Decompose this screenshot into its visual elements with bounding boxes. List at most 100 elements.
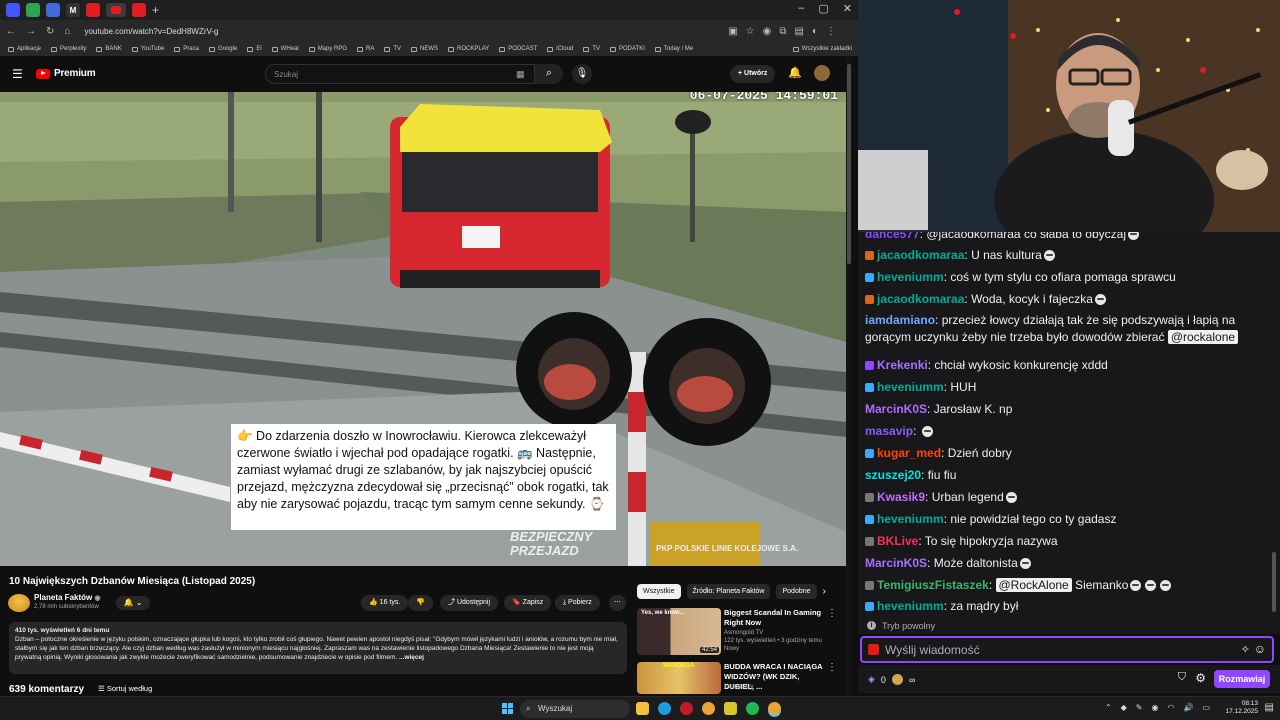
bits-icon[interactable]: ✧ (1241, 643, 1250, 656)
tab-icon[interactable] (46, 3, 60, 17)
tray-app-icon[interactable]: ✎ (1136, 703, 1143, 712)
wifi-icon[interactable]: ◠ (1167, 703, 1174, 712)
bookmark[interactable]: YouTube (131, 46, 164, 52)
chat-username[interactable]: BKLive (877, 534, 918, 548)
notifications-icon[interactable]: 🔔 (788, 66, 802, 79)
page-scrollbar[interactable] (846, 56, 852, 696)
chat-username[interactable]: kugar_med (877, 446, 941, 460)
forward-icon[interactable]: → (26, 26, 36, 37)
notes-icon[interactable] (724, 702, 737, 715)
chip-similar[interactable]: Podobne (776, 584, 817, 599)
chip-source[interactable]: Źródło: Planeta Faktów (686, 584, 771, 599)
chat-scrollbar[interactable] (1272, 552, 1276, 612)
chevron-up-icon[interactable]: ⌃ (1105, 703, 1112, 712)
tab-icon[interactable] (86, 3, 100, 17)
channel-points[interactable]: ◈ 0 ∞ (868, 674, 915, 685)
chat-username[interactable]: szuszej20 (865, 468, 921, 482)
home-icon[interactable]: ⌂ (64, 26, 70, 37)
bookmark[interactable]: El (247, 46, 262, 52)
notifications-icon[interactable]: ▤ (1265, 702, 1274, 713)
bookmark[interactable]: BANK (96, 46, 122, 52)
maximize-button[interactable]: ▢ (818, 2, 828, 15)
emote-picker-icon[interactable]: ☺ (1254, 642, 1266, 656)
edge-icon[interactable] (658, 702, 671, 715)
chat-username[interactable]: Krekenki (877, 358, 928, 372)
search-input[interactable]: Szukaj (265, 64, 535, 84)
chrome-icon[interactable] (702, 702, 715, 715)
description-more-link[interactable]: ...więcej (399, 654, 424, 661)
chat-username[interactable]: heveniumm (877, 512, 944, 526)
youtube-logo[interactable]: Premium (36, 68, 96, 79)
bookmark[interactable]: WHeal (271, 46, 299, 52)
bookmark[interactable]: TV (384, 46, 401, 52)
recommendation-item[interactable]: Yes, we know... 42:54 Biggest Scandal In… (637, 608, 837, 664)
description-box[interactable]: 410 tys. wyświetleń 6 dni temu Dzban – p… (9, 622, 627, 674)
download-button[interactable]: ⤓ Pobierz (555, 595, 600, 611)
all-bookmarks[interactable]: Wszystkie zakładki (792, 46, 852, 52)
mic-icon[interactable]: 🎙 (572, 64, 592, 84)
subscribed-bell-button[interactable]: 🔔 ⌄ (116, 596, 150, 610)
chat-username[interactable]: iamdamiano (865, 313, 935, 327)
tab-icon[interactable]: M (66, 3, 80, 17)
tab-icon[interactable] (132, 3, 146, 17)
shield-icon[interactable]: ⛉ (1178, 671, 1186, 684)
tab-active[interactable] (106, 3, 126, 17)
bookmark[interactable]: ROCKPLAY (448, 46, 489, 52)
bookmark[interactable]: PODCAST (499, 46, 537, 52)
bookmark[interactable]: iCloud (547, 46, 573, 52)
more-actions-icon[interactable]: ⋯ (609, 595, 626, 611)
bookmark[interactable]: Perplexity (51, 46, 86, 52)
chip-all[interactable]: Wszystkie (637, 584, 681, 599)
chat-username[interactable]: masavip (865, 424, 913, 438)
chat-send-button[interactable]: Rozmawiaj (1214, 670, 1270, 688)
spotify-icon[interactable] (746, 702, 759, 715)
more-options-icon[interactable]: ⋮ (827, 608, 837, 619)
reload-icon[interactable]: ↻ (46, 26, 54, 37)
extension-icons[interactable]: ▣☆◉⧉▤◐⋮ (728, 26, 844, 37)
channel-name[interactable]: Planeta Faktów ◉ (34, 593, 101, 602)
keyboard-icon[interactable]: ▦ (516, 69, 525, 80)
chat-mention[interactable]: @RockAlone (995, 578, 1072, 592)
tab-icon[interactable] (26, 3, 40, 17)
chrome-active-icon[interactable] (768, 702, 781, 715)
chat-username[interactable]: Kwasik9 (877, 490, 925, 504)
chat-username[interactable]: heveniumm (877, 599, 944, 613)
search-button[interactable]: ⌕ (535, 64, 563, 84)
volume-icon[interactable]: 🔊 (1183, 703, 1193, 712)
channel-avatar[interactable] (8, 594, 30, 612)
create-button[interactable]: + Utwórz (730, 65, 776, 83)
chat-mention[interactable]: @rockalone (1167, 330, 1239, 344)
chevron-right-icon[interactable]: › (823, 584, 826, 599)
share-button[interactable]: ⤴ Udostępnij (440, 595, 499, 611)
taskbar-search[interactable]: ⌕ Wyszukaj (520, 700, 630, 718)
chat-username[interactable]: jacaodkomaraa (877, 292, 964, 306)
opera-icon[interactable] (680, 702, 693, 715)
bookmark[interactable]: NEWS (411, 46, 438, 52)
bookmark[interactable]: Praca (174, 46, 199, 52)
bookmark[interactable]: TV (583, 46, 600, 52)
back-icon[interactable]: ← (6, 26, 16, 37)
more-options-icon[interactable]: ⋮ (827, 662, 837, 673)
gear-icon[interactable]: ⚙ (1195, 671, 1206, 685)
url-field[interactable]: youtube.com/watch?v=DedH8WZrV-g (84, 27, 218, 36)
sort-comments-button[interactable]: ☰ Sortuj według (98, 684, 152, 693)
dislike-button[interactable]: 👎 (408, 595, 433, 611)
save-button[interactable]: 🔖 Zapisz (504, 595, 552, 611)
new-tab-button[interactable]: + (152, 3, 159, 17)
chat-username[interactable]: heveniumm (877, 270, 944, 284)
tab-icon[interactable] (6, 3, 20, 17)
chat-username[interactable]: TemigiuszFistaszek (877, 578, 989, 592)
chat-username[interactable]: MarcinK0S (865, 402, 927, 416)
close-button[interactable]: ✕ (843, 2, 852, 15)
battery-icon[interactable]: ▭ (1202, 703, 1210, 712)
chat-username[interactable]: heveniumm (877, 380, 944, 394)
bookmark[interactable]: RA (357, 46, 374, 52)
file-explorer-icon[interactable] (636, 702, 649, 715)
like-button[interactable]: 👍 16 tys. (361, 595, 409, 611)
video-player[interactable]: 06-07-2025 14:59:01 👉 Do zdarzenia doszł… (0, 92, 846, 566)
minimize-button[interactable]: – (798, 2, 804, 15)
tray-app-icon[interactable]: ◆ (1121, 703, 1127, 712)
bookmark[interactable]: Aplikacje (8, 46, 41, 52)
bookmark[interactable]: Mapy RPG (308, 46, 347, 52)
bookmark[interactable]: PODATKI (609, 46, 645, 52)
